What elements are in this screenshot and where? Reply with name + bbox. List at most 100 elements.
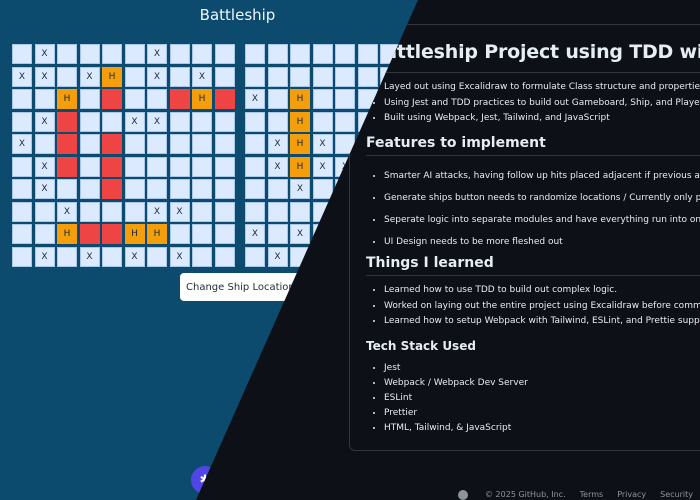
board-cell[interactable]: [214, 224, 235, 244]
board-cell[interactable]: [214, 66, 235, 87]
board-cell[interactable]: H: [102, 66, 122, 87]
board-cell[interactable]: [245, 246, 265, 267]
board-cell[interactable]: [102, 224, 122, 244]
board-cell[interactable]: [335, 44, 355, 64]
board-cell[interactable]: [357, 44, 378, 64]
board-cell[interactable]: [267, 224, 288, 244]
board-cell[interactable]: [245, 201, 265, 222]
board-cell[interactable]: [79, 134, 100, 154]
board-cell[interactable]: X: [34, 44, 55, 64]
board-cell[interactable]: [147, 246, 167, 267]
board-cell[interactable]: [102, 179, 122, 199]
board-cell[interactable]: X: [147, 111, 167, 132]
board-cell[interactable]: [34, 224, 55, 244]
board-cell[interactable]: X: [267, 134, 288, 154]
board-cell[interactable]: [312, 179, 333, 199]
board-cell[interactable]: X: [312, 134, 333, 154]
board-cell[interactable]: [12, 111, 32, 132]
board-cell[interactable]: [192, 246, 212, 267]
board-cell[interactable]: [312, 44, 333, 64]
board-cell[interactable]: [124, 89, 145, 109]
board-cell[interactable]: X: [34, 179, 55, 199]
board-cell[interactable]: [267, 179, 288, 199]
board-cell[interactable]: [214, 156, 235, 177]
board-cell[interactable]: [214, 179, 235, 199]
board-cell[interactable]: [245, 44, 265, 64]
board-cell[interactable]: [102, 156, 122, 177]
board-cell[interactable]: X: [290, 224, 310, 244]
board-cell[interactable]: [245, 134, 265, 154]
board-cell[interactable]: [214, 111, 235, 132]
board-cell[interactable]: [214, 89, 235, 109]
board-cell[interactable]: [124, 134, 145, 154]
board-cell[interactable]: [102, 111, 122, 132]
board-cell[interactable]: [34, 134, 55, 154]
board-cell[interactable]: [57, 179, 77, 199]
board-cell[interactable]: H: [290, 111, 310, 132]
board-cell[interactable]: [79, 179, 100, 199]
board-cell[interactable]: [267, 66, 288, 87]
board-cell[interactable]: [245, 111, 265, 132]
board-cell[interactable]: [147, 156, 167, 177]
board-cell[interactable]: [290, 66, 310, 87]
board-cell[interactable]: X: [34, 111, 55, 132]
board-cell[interactable]: [34, 89, 55, 109]
board-cell[interactable]: [79, 201, 100, 222]
board-cell[interactable]: [312, 66, 333, 87]
board-cell[interactable]: [335, 66, 355, 87]
board-cell[interactable]: X: [79, 246, 100, 267]
board-cell[interactable]: [214, 44, 235, 64]
board-cell[interactable]: [192, 201, 212, 222]
board-cell[interactable]: [192, 134, 212, 154]
board-cell[interactable]: H: [57, 224, 77, 244]
board-cell[interactable]: [312, 111, 333, 132]
board-cell[interactable]: [57, 156, 77, 177]
board-cell[interactable]: [12, 179, 32, 199]
board-cell[interactable]: X: [290, 179, 310, 199]
board-cell[interactable]: [335, 89, 355, 109]
board-cell[interactable]: [214, 134, 235, 154]
board-cell[interactable]: [102, 246, 122, 267]
board-cell[interactable]: [169, 156, 190, 177]
board-cell[interactable]: [192, 179, 212, 199]
board-cell[interactable]: [267, 201, 288, 222]
board-cell[interactable]: [192, 111, 212, 132]
board-cell[interactable]: [12, 246, 32, 267]
board-cell[interactable]: [245, 66, 265, 87]
board-cell[interactable]: [214, 201, 235, 222]
board-cell[interactable]: H: [192, 89, 212, 109]
board-cell[interactable]: X: [147, 201, 167, 222]
board-cell[interactable]: X: [169, 246, 190, 267]
board-cell[interactable]: [290, 201, 310, 222]
board-cell[interactable]: [12, 89, 32, 109]
board-cell[interactable]: [169, 224, 190, 244]
board-cell[interactable]: X: [34, 66, 55, 87]
board-cell[interactable]: [124, 156, 145, 177]
board-cell[interactable]: [245, 179, 265, 199]
board-cell[interactable]: H: [57, 89, 77, 109]
board-cell[interactable]: X: [147, 66, 167, 87]
board-cell[interactable]: [147, 89, 167, 109]
board-cell[interactable]: [12, 156, 32, 177]
board-cell[interactable]: [57, 111, 77, 132]
board-cell[interactable]: X: [267, 156, 288, 177]
board-cell[interactable]: [147, 134, 167, 154]
board-cell[interactable]: [169, 44, 190, 64]
board-cell[interactable]: X: [34, 246, 55, 267]
board-cell[interactable]: [169, 89, 190, 109]
board-cell[interactable]: [12, 44, 32, 64]
board-cell[interactable]: X: [169, 201, 190, 222]
board-cell[interactable]: [102, 201, 122, 222]
board-cell[interactable]: [12, 224, 32, 244]
board-cell[interactable]: H: [290, 134, 310, 154]
board-cell[interactable]: [57, 246, 77, 267]
board-cell[interactable]: [147, 179, 167, 199]
board-cell[interactable]: [169, 134, 190, 154]
board-cell[interactable]: X: [245, 89, 265, 109]
board-cell[interactable]: [79, 156, 100, 177]
board-cell[interactable]: [267, 111, 288, 132]
board-cell[interactable]: [79, 111, 100, 132]
board-cell[interactable]: X: [245, 224, 265, 244]
board-cell[interactable]: [124, 201, 145, 222]
board-cell[interactable]: [102, 44, 122, 64]
